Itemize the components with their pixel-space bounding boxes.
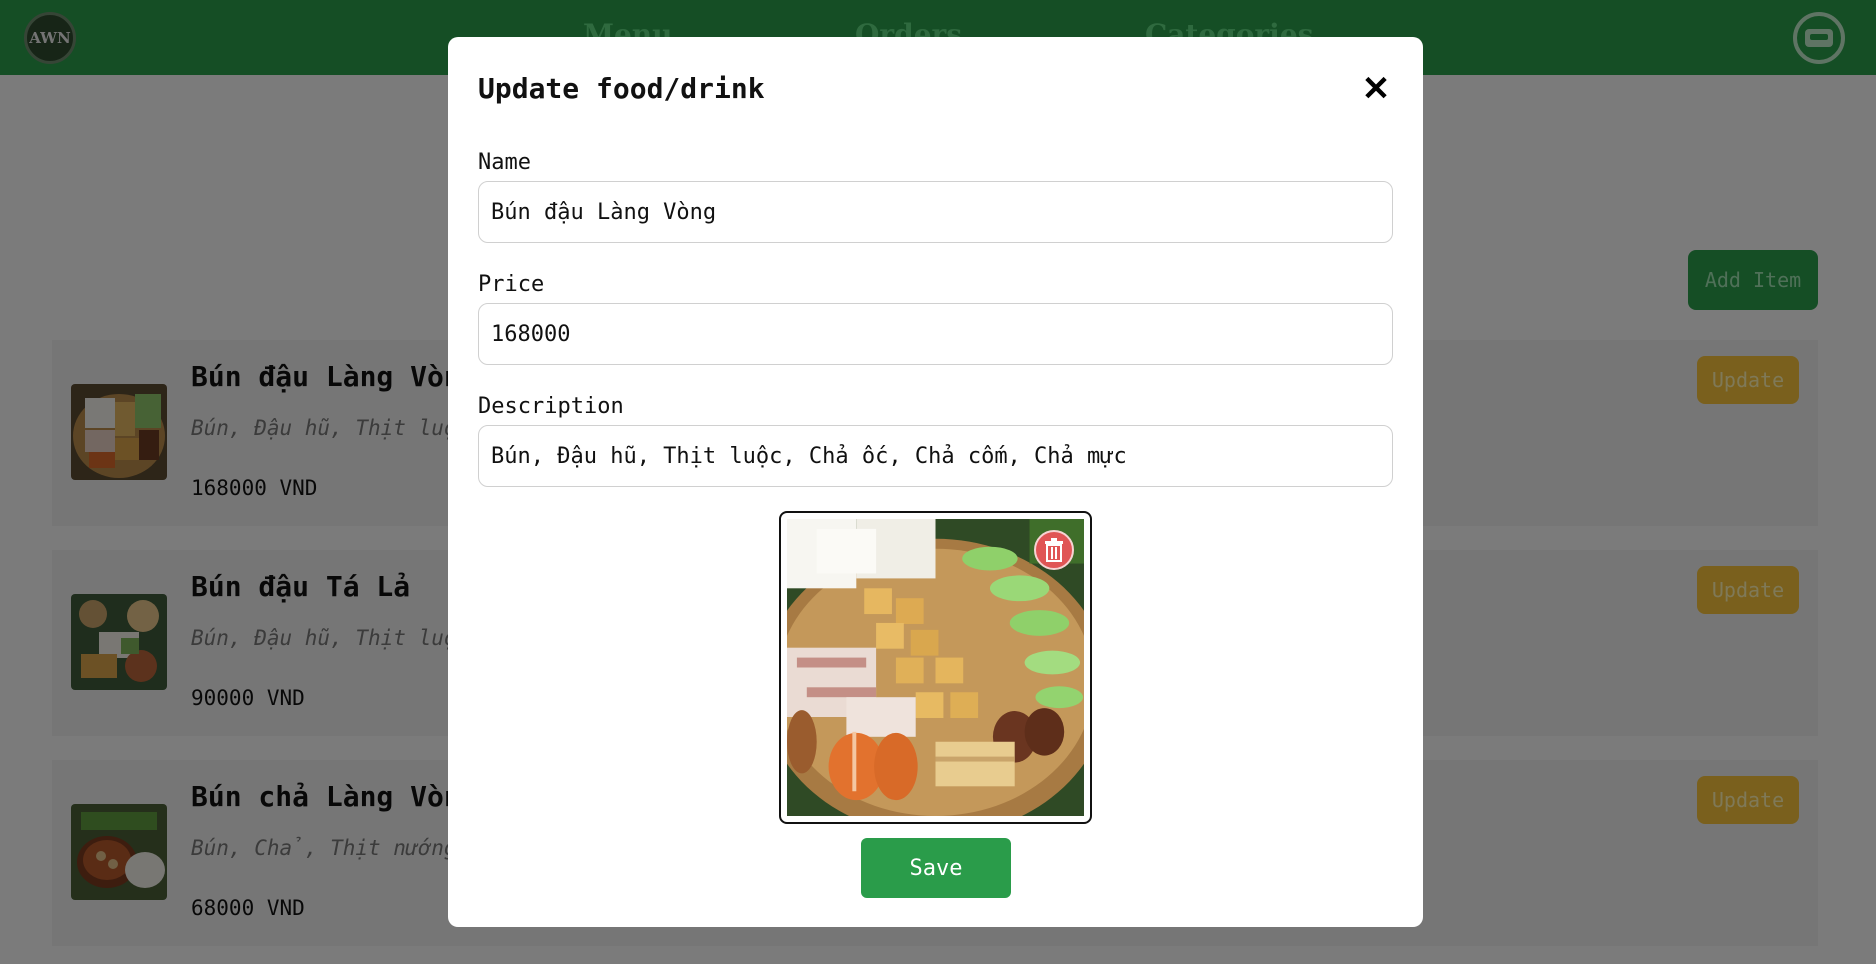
name-label: Name — [478, 150, 531, 175]
name-input[interactable] — [478, 181, 1393, 243]
price-label: Price — [478, 272, 545, 297]
modal-title: Update food/drink — [478, 72, 765, 105]
price-input[interactable] — [478, 303, 1393, 365]
save-button[interactable]: Save — [861, 838, 1011, 898]
image-preview — [779, 511, 1092, 824]
description-label: Description — [478, 394, 624, 419]
update-item-modal: Update food/drink ✕ Name Price Descripti… — [448, 37, 1423, 927]
description-input[interactable] — [478, 425, 1393, 487]
close-icon[interactable]: ✕ — [1360, 72, 1392, 106]
trash-icon[interactable] — [1034, 530, 1074, 570]
